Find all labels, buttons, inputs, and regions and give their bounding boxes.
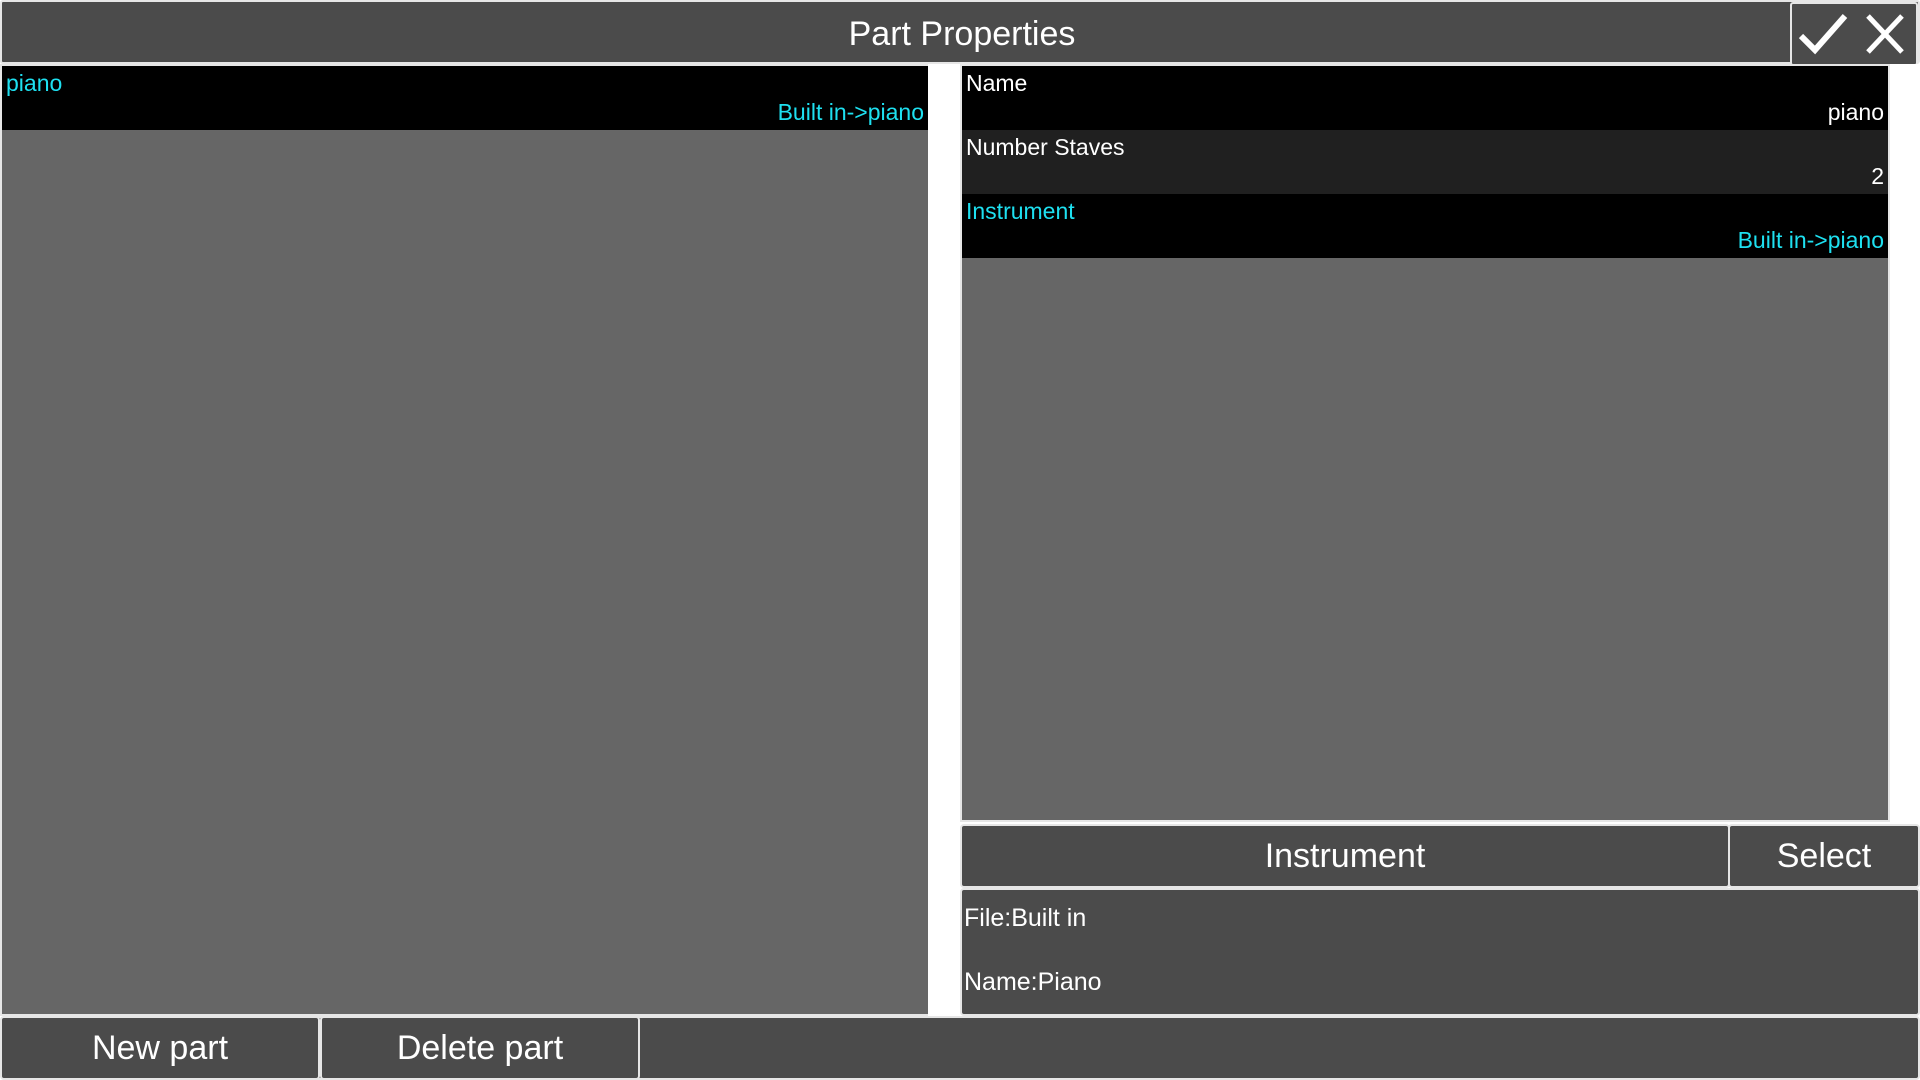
select-instrument-button[interactable]: Select	[1728, 824, 1920, 888]
property-value: Built in->piano	[1737, 227, 1884, 253]
part-instrument: Built in->piano	[777, 99, 924, 125]
new-part-button[interactable]: New part	[0, 1016, 320, 1080]
property-row-name[interactable]: Name piano	[962, 66, 1888, 130]
close-button[interactable]	[1858, 7, 1912, 61]
checkmark-icon	[1798, 14, 1848, 55]
property-row-instrument[interactable]: Instrument Built in->piano	[962, 194, 1888, 258]
part-name: piano	[6, 70, 63, 96]
properties-panel: Name piano Number Staves 2 Instrument Bu…	[960, 64, 1890, 822]
properties-scrollbar[interactable]	[1890, 64, 1920, 822]
instrument-file-text: File:Built in	[964, 904, 1087, 932]
confirm-button[interactable]	[1796, 7, 1850, 61]
delete-part-button[interactable]: Delete part	[320, 1016, 640, 1080]
instrument-name-text: Name:Piano	[964, 968, 1102, 996]
title-bar: Part Properties	[0, 0, 1920, 66]
parts-list-panel: piano Built in->piano	[0, 64, 930, 1016]
parts-list-item[interactable]: piano Built in->piano	[2, 66, 928, 130]
property-label: Name	[966, 70, 1028, 96]
title-bar-buttons	[1790, 2, 1918, 66]
parts-list-scrollbar[interactable]	[928, 64, 962, 1016]
property-value: 2	[1871, 163, 1884, 189]
close-icon	[1866, 14, 1904, 54]
property-label: Number Staves	[966, 134, 1125, 160]
property-value: piano	[1827, 99, 1884, 125]
instrument-section-header: Instrument	[960, 824, 1730, 888]
property-label: Instrument	[966, 198, 1075, 224]
property-row-number-staves[interactable]: Number Staves 2	[962, 130, 1888, 194]
dialog-title: Part Properties	[848, 15, 1076, 53]
instrument-info-box: File:Built in Name:Piano	[960, 888, 1920, 1016]
part-properties-dialog: Part Properties piano Built in->piano Na…	[0, 0, 1920, 1080]
